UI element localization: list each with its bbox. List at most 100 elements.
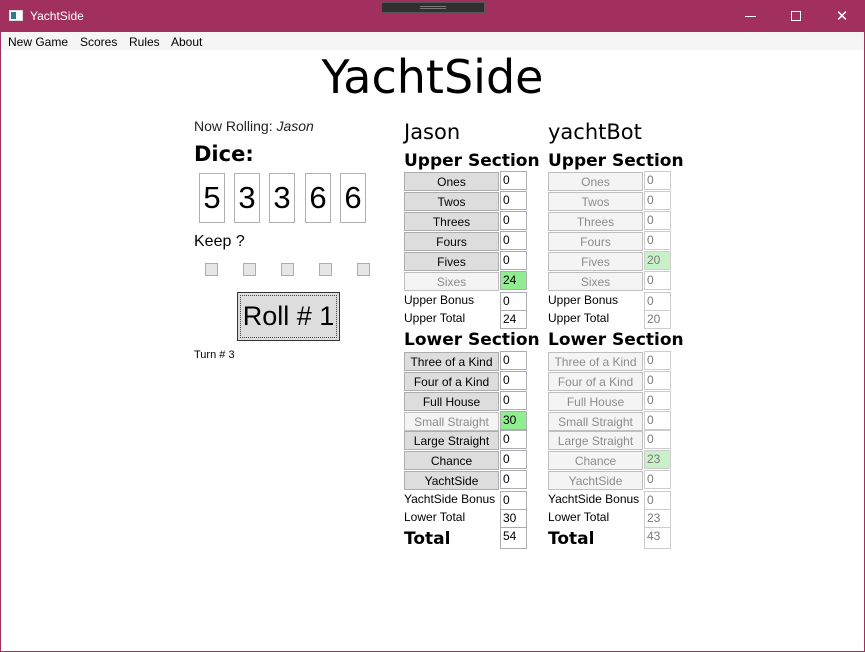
upper-total-label: Upper Total [548, 311, 610, 325]
upper-bonus-label: Upper Bonus [548, 293, 619, 307]
menu-new-game[interactable]: New Game [8, 35, 68, 49]
category-button-threes[interactable]: Threes [404, 212, 499, 231]
die-4: 6 [305, 173, 331, 223]
score-field: 0 [500, 470, 527, 489]
category-button-fives[interactable]: Fives [404, 252, 499, 271]
die-5: 6 [340, 173, 366, 223]
player-name-yachtbot: yachtBot [548, 120, 642, 144]
category-button-yachtside[interactable]: YachtSide [404, 471, 499, 490]
lower-section-heading: Lower Section [404, 330, 540, 350]
die-2: 3 [234, 173, 260, 223]
score-field: 0 [644, 430, 671, 449]
title-bar: YachtSide ✕ [0, 0, 865, 32]
category-button-full-house[interactable]: Full House [404, 392, 499, 411]
category-button-full-house: Full House [548, 392, 643, 411]
dice-label: Dice: [194, 142, 254, 166]
turn-label: Turn # 3 [194, 349, 235, 361]
lower-total-field: 30 [500, 509, 527, 528]
upper-bonus-field: 0 [644, 292, 671, 311]
category-button-four-of-a-kind: Four of a Kind [548, 372, 643, 391]
grand-total-label: Total [548, 529, 595, 549]
score-field: 23 [644, 450, 671, 469]
now-rolling-player: Jason [276, 118, 314, 134]
score-field: 0 [500, 251, 527, 270]
grand-total-field: 43 [644, 527, 671, 549]
category-button-sixes: Sixes [548, 272, 643, 291]
keep-checkbox-3[interactable] [281, 263, 294, 276]
keep-checkbox-1[interactable] [205, 263, 218, 276]
score-field: 0 [500, 371, 527, 390]
category-button-yachtside: YachtSide [548, 471, 643, 490]
lower-total-label: Lower Total [548, 510, 610, 524]
score-field: 0 [500, 191, 527, 210]
yachtside-bonus-label: YachtSide Bonus [548, 492, 640, 506]
score-field: 0 [500, 171, 527, 190]
category-button-ones: Ones [548, 172, 643, 191]
menu-about[interactable]: About [171, 35, 202, 49]
score-field: 0 [644, 231, 671, 250]
drag-grip[interactable] [381, 2, 485, 13]
minimize-button[interactable] [727, 0, 773, 32]
now-rolling-label: Now Rolling: [194, 118, 273, 134]
close-button[interactable]: ✕ [819, 0, 865, 32]
upper-total-field: 24 [500, 310, 527, 329]
category-button-fours: Fours [548, 232, 643, 251]
score-field: 0 [500, 211, 527, 230]
die-3: 3 [269, 173, 295, 223]
score-field: 0 [644, 411, 671, 430]
category-button-fives: Fives [548, 252, 643, 271]
lower-total-field: 23 [644, 509, 671, 528]
category-button-twos[interactable]: Twos [404, 192, 499, 211]
category-button-three-of-a-kind: Three of a Kind [548, 352, 643, 371]
upper-bonus-label: Upper Bonus [404, 293, 475, 307]
roll-button[interactable]: Roll # 1 [237, 292, 340, 341]
menu-scores[interactable]: Scores [80, 35, 117, 49]
yachtside-bonus-label: YachtSide Bonus [404, 492, 496, 506]
category-button-large-straight[interactable]: Large Straight [404, 431, 499, 450]
upper-total-field: 20 [644, 310, 671, 329]
category-button-fours[interactable]: Fours [404, 232, 499, 251]
score-field: 0 [644, 191, 671, 210]
grand-total-label: Total [404, 529, 451, 549]
keep-checkbox-5[interactable] [357, 263, 370, 276]
category-button-chance: Chance [548, 451, 643, 470]
keep-label: Keep ? [194, 233, 245, 250]
score-field: 0 [500, 430, 527, 449]
category-button-four-of-a-kind[interactable]: Four of a Kind [404, 372, 499, 391]
score-field: 0 [644, 371, 671, 390]
maximize-button[interactable] [773, 0, 819, 32]
score-field: 0 [644, 470, 671, 489]
score-field: 30 [500, 411, 527, 430]
score-field: 0 [644, 271, 671, 290]
close-icon: ✕ [835, 8, 849, 25]
category-button-large-straight: Large Straight [548, 431, 643, 450]
menu-rules[interactable]: Rules [129, 35, 160, 49]
lower-section-heading: Lower Section [548, 330, 684, 350]
score-field: 0 [644, 351, 671, 370]
category-button-three-of-a-kind[interactable]: Three of a Kind [404, 352, 499, 371]
grand-total-field: 54 [500, 527, 527, 549]
lower-total-label: Lower Total [404, 510, 466, 524]
score-field: 0 [500, 450, 527, 469]
upper-section-heading: Upper Section [548, 151, 684, 171]
now-rolling: Now Rolling: Jason [194, 118, 314, 134]
minimize-icon [744, 15, 756, 17]
score-field: 0 [500, 231, 527, 250]
score-field: 0 [500, 351, 527, 370]
score-field: 0 [644, 391, 671, 410]
score-field: 0 [644, 211, 671, 230]
category-button-threes: Threes [548, 212, 643, 231]
yachtside-bonus-field: 0 [644, 491, 671, 510]
category-button-sixes: Sixes [404, 272, 499, 291]
app-icon [9, 10, 23, 21]
player-name-jason: Jason [404, 120, 461, 144]
die-1: 5 [199, 173, 225, 223]
score-field: 24 [500, 271, 527, 290]
window-title: YachtSide [30, 9, 84, 23]
category-button-small-straight: Small Straight [404, 412, 499, 431]
yachtside-bonus-field: 0 [500, 491, 527, 510]
keep-checkbox-2[interactable] [243, 263, 256, 276]
category-button-chance[interactable]: Chance [404, 451, 499, 470]
category-button-ones[interactable]: Ones [404, 172, 499, 191]
keep-checkbox-4[interactable] [319, 263, 332, 276]
